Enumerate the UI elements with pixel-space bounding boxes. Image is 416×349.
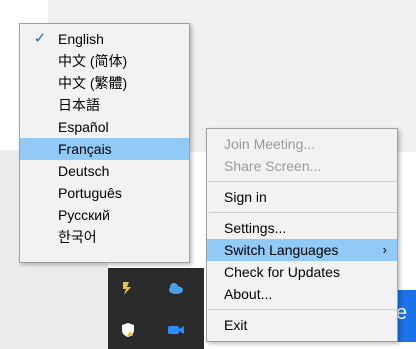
language-item[interactable]: 日本語	[20, 94, 189, 116]
language-item-label: Español	[58, 119, 109, 135]
language-item[interactable]: 中文 (繁體)	[20, 72, 189, 94]
language-item-label: Français	[58, 141, 112, 157]
language-item[interactable]: Deutsch	[20, 160, 189, 182]
language-item-label: 한국어	[58, 229, 97, 245]
menu-item-switch-languages[interactable]: Switch Languages ›	[207, 239, 397, 261]
menu-item-settings[interactable]: Settings...	[207, 217, 397, 239]
menu-item-check-updates[interactable]: Check for Updates	[207, 261, 397, 283]
system-tray-overflow	[108, 268, 204, 349]
tray-video-icon[interactable]	[166, 320, 186, 340]
language-submenu: ✓ English 中文 (简体) 中文 (繁體) 日本語 Español Français…	[19, 23, 190, 263]
menu-item-label: Switch Languages	[224, 242, 339, 258]
language-item-label: Deutsch	[58, 163, 110, 179]
tray-shield-icon[interactable]	[118, 320, 138, 340]
menu-item-label: Check for Updates	[224, 264, 340, 280]
menu-item-label: About...	[224, 286, 273, 302]
language-item-label: Русский	[58, 207, 110, 223]
menu-item-label: Exit	[224, 317, 248, 333]
language-item[interactable]: 中文 (简体)	[20, 50, 189, 72]
menu-separator	[209, 309, 397, 310]
language-item-label: 中文 (简体)	[58, 53, 128, 69]
language-item[interactable]: Русский	[20, 204, 189, 226]
tray-app-icon[interactable]	[118, 278, 138, 298]
submenu-arrow-icon: ›	[382, 242, 387, 257]
menu-item-about[interactable]: About...	[207, 283, 397, 305]
language-item-label: 日本語	[58, 97, 100, 113]
language-item-label: English	[58, 31, 104, 47]
language-item[interactable]: Français	[20, 138, 189, 160]
menu-item-share-screen[interactable]: Share Screen...	[207, 155, 397, 177]
menu-separator	[209, 212, 397, 213]
language-item[interactable]: Português	[20, 182, 189, 204]
language-item[interactable]: Español	[20, 116, 189, 138]
menu-item-label: Share Screen...	[224, 158, 322, 174]
menu-item-sign-in[interactable]: Sign in	[207, 186, 397, 208]
language-item-label: 中文 (繁體)	[58, 75, 128, 91]
menu-item-label: Join Meeting...	[224, 136, 316, 152]
menu-separator	[209, 181, 397, 182]
menu-item-join-meeting[interactable]: Join Meeting...	[207, 133, 397, 155]
menu-item-exit[interactable]: Exit	[207, 314, 397, 336]
language-item-label: Português	[58, 185, 122, 201]
menu-item-label: Sign in	[224, 189, 267, 205]
checkmark-icon: ✓	[33, 30, 47, 47]
tray-cloud-icon[interactable]	[166, 278, 186, 298]
language-item[interactable]: 한국어	[20, 226, 189, 248]
language-item[interactable]: ✓ English	[20, 28, 189, 50]
menu-item-label: Settings...	[224, 220, 287, 236]
tray-context-menu: Join Meeting... Share Screen... Sign in …	[206, 128, 398, 342]
